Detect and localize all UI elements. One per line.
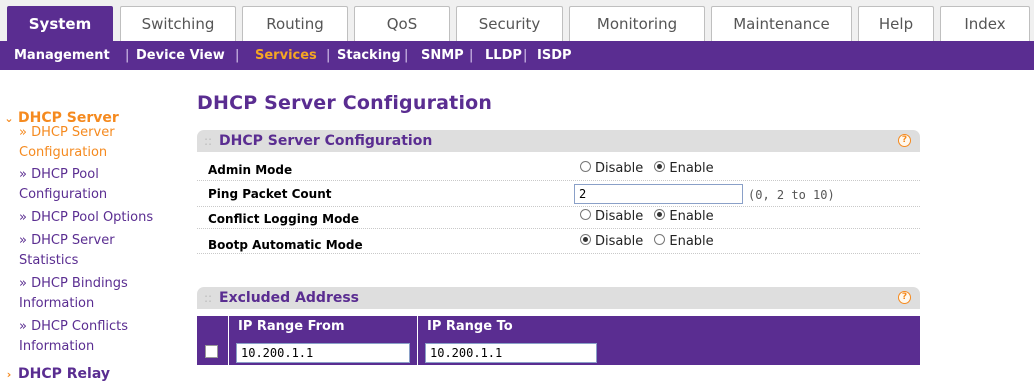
config-panel-title: DHCP Server Configuration (219, 133, 433, 149)
sidebar-item-label: Statistics (19, 253, 79, 268)
bootp-radio-group: Disable Enable (580, 234, 721, 249)
admin-mode-row: Admin Mode Disable Enable (197, 159, 920, 181)
sidebar-item-dhcp-server-statistics[interactable]: » DHCP Server Statistics (19, 231, 115, 271)
column-divider (228, 316, 229, 338)
sidebar-item-label: Configuration (19, 145, 108, 160)
tab-qos[interactable]: QoS (354, 6, 450, 41)
conflict-logging-mode-row: Conflict Logging Mode Disable Enable (197, 207, 920, 229)
subnav-separator: | (235, 48, 240, 63)
sidebar-item-label: Information (19, 296, 95, 311)
ping-packet-count-label: Ping Packet Count (208, 187, 332, 201)
subnav-snmp[interactable]: SNMP (421, 41, 464, 70)
sidebar: ⌄ DHCP Server » DHCP Server Configuration… (0, 70, 182, 383)
tab-maintenance[interactable]: Maintenance (711, 6, 852, 41)
conflict-logging-enable-radio[interactable] (654, 209, 666, 220)
sidebar-item-dhcp-pool-configuration[interactable]: » DHCP Pool Configuration (19, 165, 107, 205)
ping-packet-count-row: Ping Packet Count 2 (0, 2 to 10) (197, 181, 920, 207)
admin-mode-enable-radio[interactable] (654, 161, 666, 172)
tab-monitoring[interactable]: Monitoring (569, 6, 705, 41)
page-title: DHCP Server Configuration (197, 92, 493, 114)
subnav-management[interactable]: Management (14, 41, 110, 70)
radio-label: Disable (595, 161, 644, 176)
chevron-down-icon: ⌄ (4, 112, 14, 125)
tab-routing[interactable]: Routing (242, 6, 348, 41)
conflict-logging-radio-group: Disable Enable (580, 209, 721, 224)
tab-index[interactable]: Index (940, 6, 1030, 41)
radio-label: Enable (669, 209, 714, 224)
sidebar-section-label: DHCP Relay (18, 366, 110, 382)
sub-navigation: Management | Device View | Services | St… (0, 41, 1034, 70)
row-select-checkbox[interactable] (205, 345, 218, 358)
subnav-separator: | (469, 48, 474, 63)
column-header-ip-range-to: IP Range To (427, 319, 513, 334)
subnav-separator: | (404, 48, 409, 63)
ping-packet-count-input[interactable]: 2 (574, 184, 743, 204)
sidebar-item-label: » DHCP Bindings (19, 276, 128, 291)
conflict-logging-mode-label: Conflict Logging Mode (208, 212, 360, 226)
subnav-lldp[interactable]: LLDP (485, 41, 522, 70)
sidebar-item-dhcp-server-configuration[interactable]: » DHCP Server Configuration (19, 123, 115, 163)
top-tab-bar: System Switching Routing QoS Security Mo… (0, 0, 1034, 41)
bootp-disable-radio[interactable] (580, 234, 591, 245)
grip-icon: :: (203, 291, 213, 305)
excluded-table-header: IP Range From IP Range To (197, 316, 920, 338)
radio-label: Disable (595, 209, 644, 224)
tab-switching[interactable]: Switching (120, 6, 236, 41)
subnav-separator: | (326, 48, 331, 63)
subnav-separator: | (125, 48, 130, 63)
admin-mode-radio-group: Disable Enable (580, 161, 721, 176)
column-header-ip-range-from: IP Range From (238, 319, 345, 334)
chevron-right-icon: › (6, 368, 12, 381)
ip-range-to-input[interactable]: 10.200.1.1 (425, 343, 597, 363)
excluded-panel-header: :: Excluded Address ? (197, 287, 920, 309)
tab-help[interactable]: Help (858, 6, 934, 41)
sidebar-item-label: » DHCP Server (19, 125, 115, 140)
sidebar-item-label: » DHCP Server (19, 233, 115, 248)
ping-packet-count-hint: (0, 2 to 10) (748, 188, 835, 202)
subnav-isdp[interactable]: ISDP (537, 41, 572, 70)
bootp-automatic-mode-row: Bootp Automatic Mode Disable Enable (197, 232, 920, 254)
radio-label: Enable (669, 234, 714, 249)
sidebar-item-label: » DHCP Conflicts (19, 319, 129, 334)
radio-label: Enable (669, 161, 714, 176)
tab-system[interactable]: System (7, 6, 113, 41)
sidebar-item-dhcp-bindings-information[interactable]: » DHCP Bindings Information (19, 274, 128, 314)
column-divider (417, 316, 418, 338)
ip-range-from-input[interactable]: 10.200.1.1 (236, 343, 410, 363)
sidebar-item-label: » DHCP Pool (19, 167, 99, 182)
radio-label: Disable (595, 234, 644, 249)
grip-icon: :: (203, 134, 213, 148)
help-icon[interactable]: ? (898, 291, 911, 304)
subnav-services[interactable]: Services (255, 41, 317, 70)
help-icon[interactable]: ? (898, 134, 911, 147)
column-divider (417, 338, 418, 365)
config-panel-header: :: DHCP Server Configuration ? (197, 130, 920, 152)
bootp-enable-radio[interactable] (654, 234, 666, 245)
sidebar-item-dhcp-pool-options[interactable]: » DHCP Pool Options (19, 208, 153, 228)
tab-security[interactable]: Security (456, 6, 563, 41)
sidebar-item-label: Information (19, 339, 95, 354)
table-row: 10.200.1.1 10.200.1.1 (197, 338, 920, 365)
subnav-stacking[interactable]: Stacking (337, 41, 401, 70)
subnav-separator: | (523, 48, 528, 63)
sidebar-item-label: » DHCP Pool Options (19, 210, 154, 225)
excluded-panel-title: Excluded Address (219, 290, 360, 306)
sidebar-item-dhcp-conflicts-information[interactable]: » DHCP Conflicts Information (19, 317, 128, 357)
conflict-logging-disable-radio[interactable] (580, 209, 591, 220)
column-divider (228, 338, 229, 365)
sidebar-section-dhcp-relay[interactable]: › DHCP Relay (0, 366, 182, 382)
admin-mode-label: Admin Mode (208, 163, 293, 177)
sidebar-item-label: Configuration (19, 187, 108, 202)
subnav-device-view[interactable]: Device View (136, 41, 225, 70)
bootp-automatic-mode-label: Bootp Automatic Mode (208, 238, 363, 252)
admin-mode-disable-radio[interactable] (580, 161, 591, 172)
